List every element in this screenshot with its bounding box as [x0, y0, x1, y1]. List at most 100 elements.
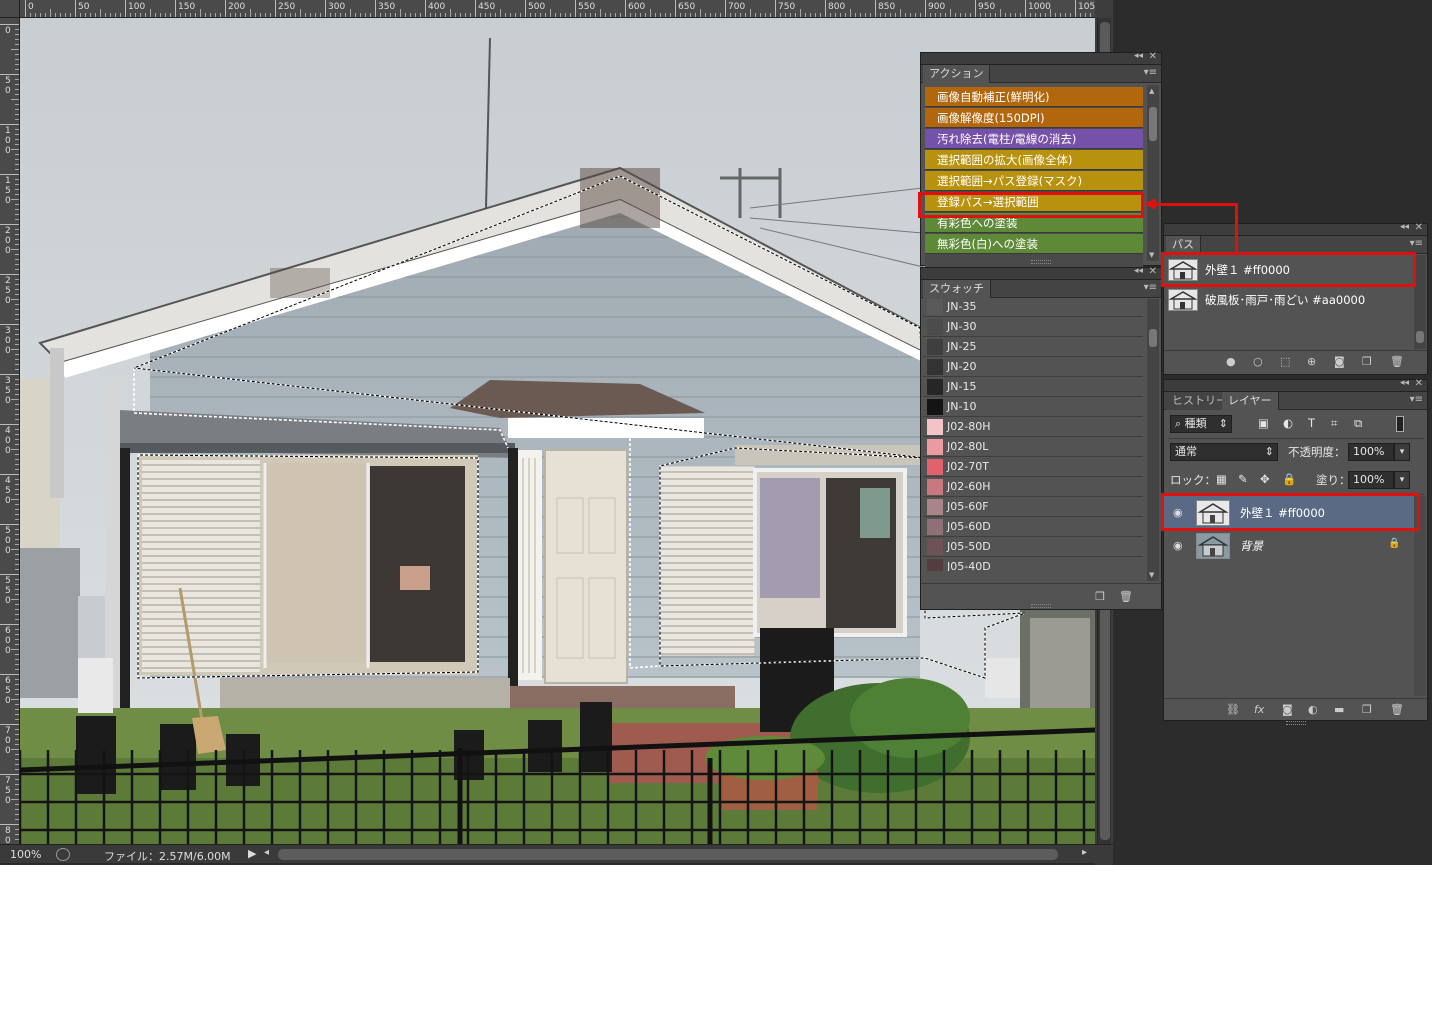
resize-grip[interactable]	[1285, 721, 1306, 725]
horizontal-scrollbar[interactable]	[278, 849, 1058, 860]
action-item[interactable]: 無彩色(白)への塗装	[925, 234, 1143, 254]
path-row[interactable]: 破風板･雨戸･雨どい #aa0000	[1164, 285, 1414, 315]
swatch-row[interactable]: J02-80L	[923, 437, 1143, 457]
opacity-field[interactable]: 100%	[1348, 443, 1394, 461]
panel-menu-icon[interactable]: ▾≡	[1410, 394, 1423, 405]
panel-menu-icon[interactable]: ▾≡	[1144, 67, 1157, 78]
lock-position-icon[interactable]: ✥	[1260, 472, 1270, 486]
filter-toggle[interactable]	[1396, 416, 1404, 432]
ruler-label: 50	[5, 76, 11, 96]
resize-grip[interactable]	[1031, 604, 1051, 608]
actions-scrollbar[interactable]: ▲ ▼	[1147, 85, 1159, 261]
ruler-origin[interactable]	[0, 0, 20, 18]
lock-image-icon[interactable]: ✎	[1238, 472, 1248, 486]
swatch-row[interactable]: JN-25	[923, 337, 1143, 357]
swatch-row[interactable]: JN-35	[923, 299, 1143, 317]
close-icon[interactable]: ✕	[1415, 222, 1423, 233]
actions-panel-titlebar[interactable]: ◂◂ ✕	[921, 51, 1161, 65]
swatch-row[interactable]: JN-30	[923, 317, 1143, 337]
paths-scroll-thumb[interactable]	[1416, 331, 1424, 343]
status-menu-arrow-icon[interactable]: ▶	[248, 847, 256, 860]
ruler-tick	[375, 0, 376, 17]
layers-panel-titlebar[interactable]: ◂◂ ✕	[1164, 378, 1427, 392]
ruler-vertical[interactable]: 0 50 100 150 200 250 300 350 400 450 500 550 600 650 7…	[0, 18, 20, 844]
filter-pixel-icon[interactable]: ▣	[1258, 416, 1269, 430]
scroll-up-icon[interactable]: ▲	[1149, 87, 1154, 95]
adjustment-layer-icon[interactable]: ◐	[1308, 703, 1318, 716]
ruler-label: 150	[5, 176, 11, 206]
resize-grip[interactable]	[1031, 260, 1051, 264]
close-icon[interactable]: ✕	[1149, 266, 1157, 277]
layer-filter-select[interactable]: ⌕ 種類 ⇕	[1170, 415, 1232, 433]
close-icon[interactable]: ✕	[1415, 378, 1423, 389]
panel-menu-icon[interactable]: ▾≡	[1410, 238, 1423, 249]
layer-style-icon[interactable]: fx	[1254, 703, 1264, 716]
actions-scroll-thumb[interactable]	[1149, 107, 1157, 141]
swatch-row[interactable]: J05-40D	[923, 557, 1143, 571]
close-icon[interactable]: ✕	[1149, 51, 1157, 62]
collapse-icon[interactable]: ◂◂	[1134, 266, 1143, 276]
new-layer-icon[interactable]: ❐	[1362, 703, 1372, 716]
action-item[interactable]: 選択範囲→パス登録(マスク)	[925, 171, 1143, 191]
tab-layers[interactable]: レイヤー	[1222, 392, 1279, 410]
fill-field[interactable]: 100%	[1348, 471, 1394, 489]
fill-path-icon[interactable]: ●	[1226, 355, 1236, 368]
swatch-row[interactable]: J05-50D	[923, 537, 1143, 557]
ruler-label: 400	[5, 426, 11, 456]
swatches-scroll-thumb[interactable]	[1149, 329, 1157, 347]
action-item[interactable]: 画像自動補正(鮮明化)	[925, 87, 1143, 107]
delete-path-icon[interactable]: 🗑	[1390, 355, 1404, 368]
filter-smart-object-icon[interactable]: ⧉	[1354, 416, 1362, 431]
collapse-icon[interactable]: ◂◂	[1400, 378, 1409, 388]
status-info-icon[interactable]	[56, 848, 70, 861]
visibility-eye-icon[interactable]: ◉	[1173, 539, 1183, 552]
swatch-row[interactable]: J05-60F	[923, 497, 1143, 517]
ruler-horizontal[interactable]: 0 50 100 150 200 250 300 350 400 450 500 550 600 650 7…	[20, 0, 1095, 18]
blend-mode-select[interactable]: 通常 ⇕	[1170, 443, 1278, 461]
layer-row[interactable]: ◉ 背景 🔒	[1164, 529, 1414, 561]
lock-all-icon[interactable]: 🔒	[1282, 472, 1296, 486]
swatch-row[interactable]: JN-15	[923, 377, 1143, 397]
opacity-dropdown-icon[interactable]: ▾	[1394, 443, 1410, 461]
link-layers-icon[interactable]: ⛓	[1226, 703, 1240, 716]
action-item[interactable]: 選択範囲の拡大(画像全体)	[925, 150, 1143, 170]
swatch-row[interactable]: J02-60H	[923, 477, 1143, 497]
new-path-icon[interactable]: ❐	[1362, 355, 1372, 368]
tab-actions[interactable]: アクション	[923, 65, 991, 83]
lock-transparent-icon[interactable]: ▦	[1216, 472, 1227, 486]
panel-menu-icon[interactable]: ▾≡	[1144, 282, 1157, 293]
delete-swatch-icon[interactable]: 🗑	[1119, 590, 1133, 603]
collapse-icon[interactable]: ◂◂	[1400, 222, 1409, 232]
zoom-level[interactable]: 100%	[10, 848, 41, 861]
action-item[interactable]: 画像解像度(150DPI)	[925, 108, 1143, 128]
stroke-path-icon[interactable]: ○	[1253, 355, 1263, 368]
filter-adjustment-icon[interactable]: ◐	[1283, 416, 1293, 430]
paths-panel-titlebar[interactable]: ◂◂ ✕	[1164, 222, 1427, 236]
scroll-down-icon[interactable]: ▼	[1149, 571, 1154, 579]
fill-dropdown-icon[interactable]: ▾	[1394, 471, 1410, 489]
swatches-scrollbar[interactable]: ▼	[1147, 299, 1159, 581]
filter-type-icon[interactable]: T	[1308, 416, 1315, 430]
add-mask-icon[interactable]: ◙	[1334, 355, 1345, 368]
collapse-icon[interactable]: ◂◂	[1134, 51, 1143, 61]
new-group-icon[interactable]: ▬	[1334, 703, 1344, 716]
filter-shape-icon[interactable]: ⌗	[1331, 416, 1337, 431]
swatch-row[interactable]: J02-70T	[923, 457, 1143, 477]
add-mask-icon[interactable]: ◙	[1282, 703, 1293, 716]
action-item[interactable]: 汚れ除去(電柱/電線の消去)	[925, 129, 1143, 149]
new-swatch-icon[interactable]: ❐	[1095, 590, 1105, 603]
swatches-panel-titlebar[interactable]: ◂◂ ✕	[921, 266, 1161, 280]
ruler-label: 600	[5, 626, 11, 656]
scroll-right-arrow-icon[interactable]: ▸	[1082, 847, 1087, 858]
load-selection-icon[interactable]: ⬚	[1280, 355, 1290, 368]
make-work-path-icon[interactable]: ⊕	[1307, 355, 1316, 368]
tab-swatches[interactable]: スウォッチ	[923, 280, 991, 298]
scroll-left-arrow-icon[interactable]: ◂	[264, 847, 269, 858]
ruler-tick	[725, 0, 726, 17]
scroll-down-icon[interactable]: ▼	[1149, 251, 1154, 259]
swatch-row[interactable]: JN-20	[923, 357, 1143, 377]
delete-layer-icon[interactable]: 🗑	[1390, 703, 1404, 716]
swatch-row[interactable]: J05-60D	[923, 517, 1143, 537]
swatch-row[interactable]: JN-10	[923, 397, 1143, 417]
swatch-row[interactable]: J02-80H	[923, 417, 1143, 437]
